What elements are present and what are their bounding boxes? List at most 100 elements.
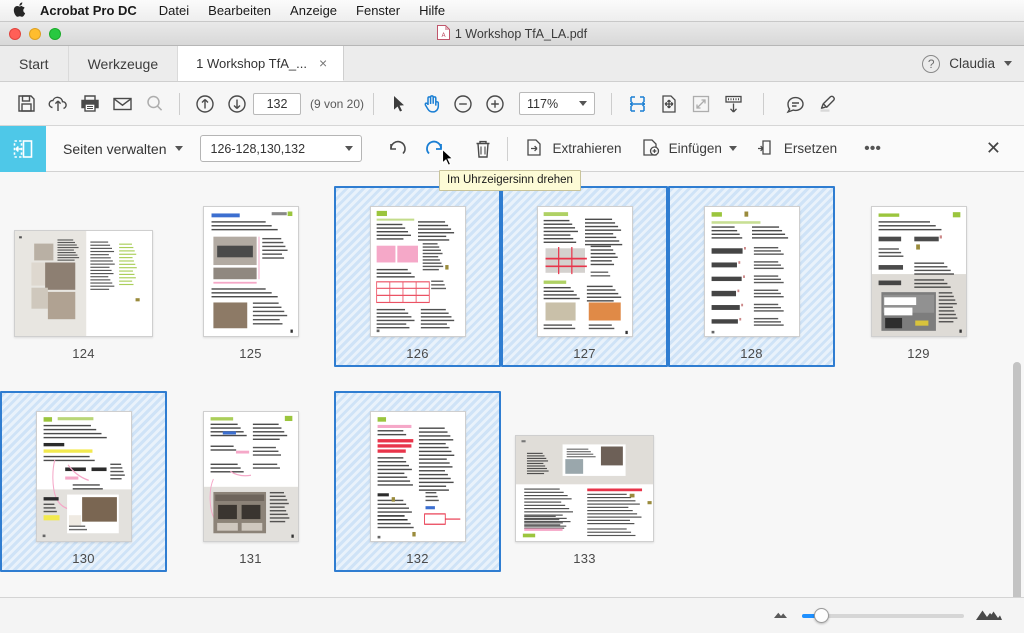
- slider-handle[interactable]: [814, 607, 829, 623]
- insert-pages-icon: [640, 137, 661, 161]
- chevron-down-icon[interactable]: [1004, 61, 1012, 66]
- thumbnail-image[interactable]: [536, 206, 633, 337]
- thumbnail-image[interactable]: [202, 411, 299, 542]
- rotate-clockwise-tooltip: Im Uhrzeigersinn drehen: [439, 170, 581, 191]
- thumbnail-image[interactable]: [369, 206, 466, 337]
- large-thumbnail-icon[interactable]: [975, 605, 1002, 627]
- zoom-level-select[interactable]: 117%: [519, 92, 596, 115]
- thumbnail-image[interactable]: [35, 411, 132, 542]
- user-account-label[interactable]: Claudia: [949, 56, 995, 71]
- more-options-button[interactable]: •••: [855, 134, 890, 164]
- thumbnail-image[interactable]: [202, 206, 299, 337]
- tab-start-label: Start: [19, 55, 49, 72]
- comment-bubble-icon[interactable]: [779, 89, 811, 119]
- thumbnail-image-wrap: [35, 399, 132, 542]
- help-icon[interactable]: ?: [922, 54, 941, 73]
- acrobat-window: Acrobat Pro DC Datei Bearbeiten Anzeige …: [0, 0, 1024, 633]
- page-number-input[interactable]: 132: [253, 92, 301, 115]
- menu-fenster[interactable]: Fenster: [356, 0, 400, 22]
- email-icon[interactable]: [106, 89, 138, 119]
- pdf-file-icon: A: [436, 24, 450, 43]
- vertical-scrollbar-thumb[interactable]: [1013, 362, 1021, 597]
- page-range-value: 126-128,130,132: [210, 141, 306, 156]
- thumbnail-image[interactable]: [515, 435, 654, 542]
- arrow-down-circle-icon[interactable]: [221, 89, 253, 119]
- tab-werkzeuge[interactable]: Werkzeuge: [69, 46, 179, 81]
- thumbnail-image-wrap: [14, 194, 153, 337]
- page-thumbnail-131[interactable]: 131: [167, 391, 334, 572]
- thumbnail-image[interactable]: [369, 411, 466, 542]
- bottom-status-bar: [0, 597, 1024, 633]
- page-number-label: 125: [239, 346, 262, 361]
- more-options-label: •••: [864, 139, 881, 157]
- extract-pages-button[interactable]: Extrahieren: [515, 134, 631, 164]
- close-panel-icon[interactable]: ✕: [977, 134, 1010, 164]
- page-thumbnail-129[interactable]: 129: [835, 186, 1002, 367]
- page-thumbnail-133[interactable]: 133: [501, 391, 668, 572]
- fit-width-icon[interactable]: [621, 89, 653, 119]
- rotate-counterclockwise-icon[interactable]: [379, 134, 415, 164]
- replace-pages-button[interactable]: Ersetzen: [746, 134, 846, 164]
- page-thumbnail-127[interactable]: 127: [501, 186, 668, 367]
- trash-icon[interactable]: [466, 134, 500, 164]
- page-thumbnail-126[interactable]: 126: [334, 186, 501, 367]
- manage-pages-menu[interactable]: Seiten verwalten: [63, 141, 183, 157]
- page-thumbnail-125[interactable]: 125: [167, 186, 334, 367]
- thumbnail-image-wrap: [202, 194, 299, 337]
- print-icon[interactable]: [74, 89, 106, 119]
- close-window-button[interactable]: [9, 28, 21, 40]
- window-controls: [9, 28, 61, 40]
- menu-hilfe[interactable]: Hilfe: [419, 0, 445, 22]
- page-range-select[interactable]: 126-128,130,132: [199, 135, 362, 162]
- insert-pages-button[interactable]: Einfügen: [631, 134, 725, 164]
- extract-pages-label: Extrahieren: [552, 141, 622, 156]
- page-thumbnail-132[interactable]: 132: [334, 391, 501, 572]
- menu-datei[interactable]: Datei: [159, 0, 189, 22]
- page-thumbnail-124[interactable]: 124: [0, 186, 167, 367]
- save-icon[interactable]: [10, 89, 42, 119]
- highlighter-icon[interactable]: [811, 89, 843, 119]
- page-number-label: 130: [72, 551, 95, 566]
- organize-pages-icon[interactable]: [0, 125, 46, 172]
- zoom-out-icon[interactable]: [447, 89, 479, 119]
- arrow-up-circle-icon[interactable]: [189, 89, 221, 119]
- thumbnail-image-wrap: [202, 399, 299, 542]
- tab-start[interactable]: Start: [0, 46, 69, 81]
- small-thumbnail-icon[interactable]: [772, 606, 791, 625]
- manage-pages-toolbar: Seiten verwalten 126-128,130,132 Extrahi…: [0, 125, 1024, 172]
- menu-bearbeiten[interactable]: Bearbeiten: [208, 0, 271, 22]
- manage-pages-label: Seiten verwalten: [63, 140, 167, 157]
- zoom-window-button[interactable]: [49, 28, 61, 40]
- toolbar-divider-2: [373, 92, 375, 115]
- extract-pages-icon: [524, 137, 545, 161]
- thumbnail-image[interactable]: [870, 206, 967, 337]
- hand-tool-icon[interactable]: [415, 89, 447, 119]
- close-tab-icon[interactable]: ×: [316, 54, 330, 72]
- page-thumbnail-128[interactable]: 128: [668, 186, 835, 367]
- thumbnail-image[interactable]: [14, 230, 153, 337]
- search-icon[interactable]: [138, 89, 170, 119]
- page-number-value: 132: [266, 96, 288, 111]
- cloud-upload-icon[interactable]: [42, 89, 74, 119]
- thumbnail-image-wrap: [870, 194, 967, 337]
- thumbnail-size-slider[interactable]: [802, 607, 964, 623]
- thumbnail-image[interactable]: [703, 206, 800, 337]
- page-number-label: 124: [72, 346, 95, 361]
- minimize-window-button[interactable]: [29, 28, 41, 40]
- menu-anzeige[interactable]: Anzeige: [290, 0, 337, 22]
- vertical-scrollbar[interactable]: [1012, 348, 1022, 597]
- apple-logo-icon[interactable]: [12, 1, 26, 18]
- chevron-down-icon: [344, 146, 353, 151]
- tab-document-active[interactable]: 1 Workshop TfA_... ×: [178, 46, 345, 81]
- chevron-down-icon[interactable]: [728, 146, 737, 151]
- zoom-in-icon[interactable]: [479, 89, 511, 119]
- page-move-icon[interactable]: [653, 89, 685, 119]
- fullscreen-icon[interactable]: [685, 89, 717, 119]
- menu-acrobat-pro-dc[interactable]: Acrobat Pro DC: [40, 0, 137, 22]
- cursor-arrow-icon[interactable]: [383, 89, 415, 119]
- page-thumbnail-130[interactable]: 130: [0, 391, 167, 572]
- page-thumbnail-canvas[interactable]: 124 125 126 127 128 129 130 131 132 133: [0, 172, 1024, 597]
- thumbnail-grid: 124 125 126 127 128 129 130 131 132 133: [0, 172, 1024, 596]
- replace-pages-icon: [755, 137, 776, 161]
- scroll-down-icon[interactable]: [717, 89, 749, 119]
